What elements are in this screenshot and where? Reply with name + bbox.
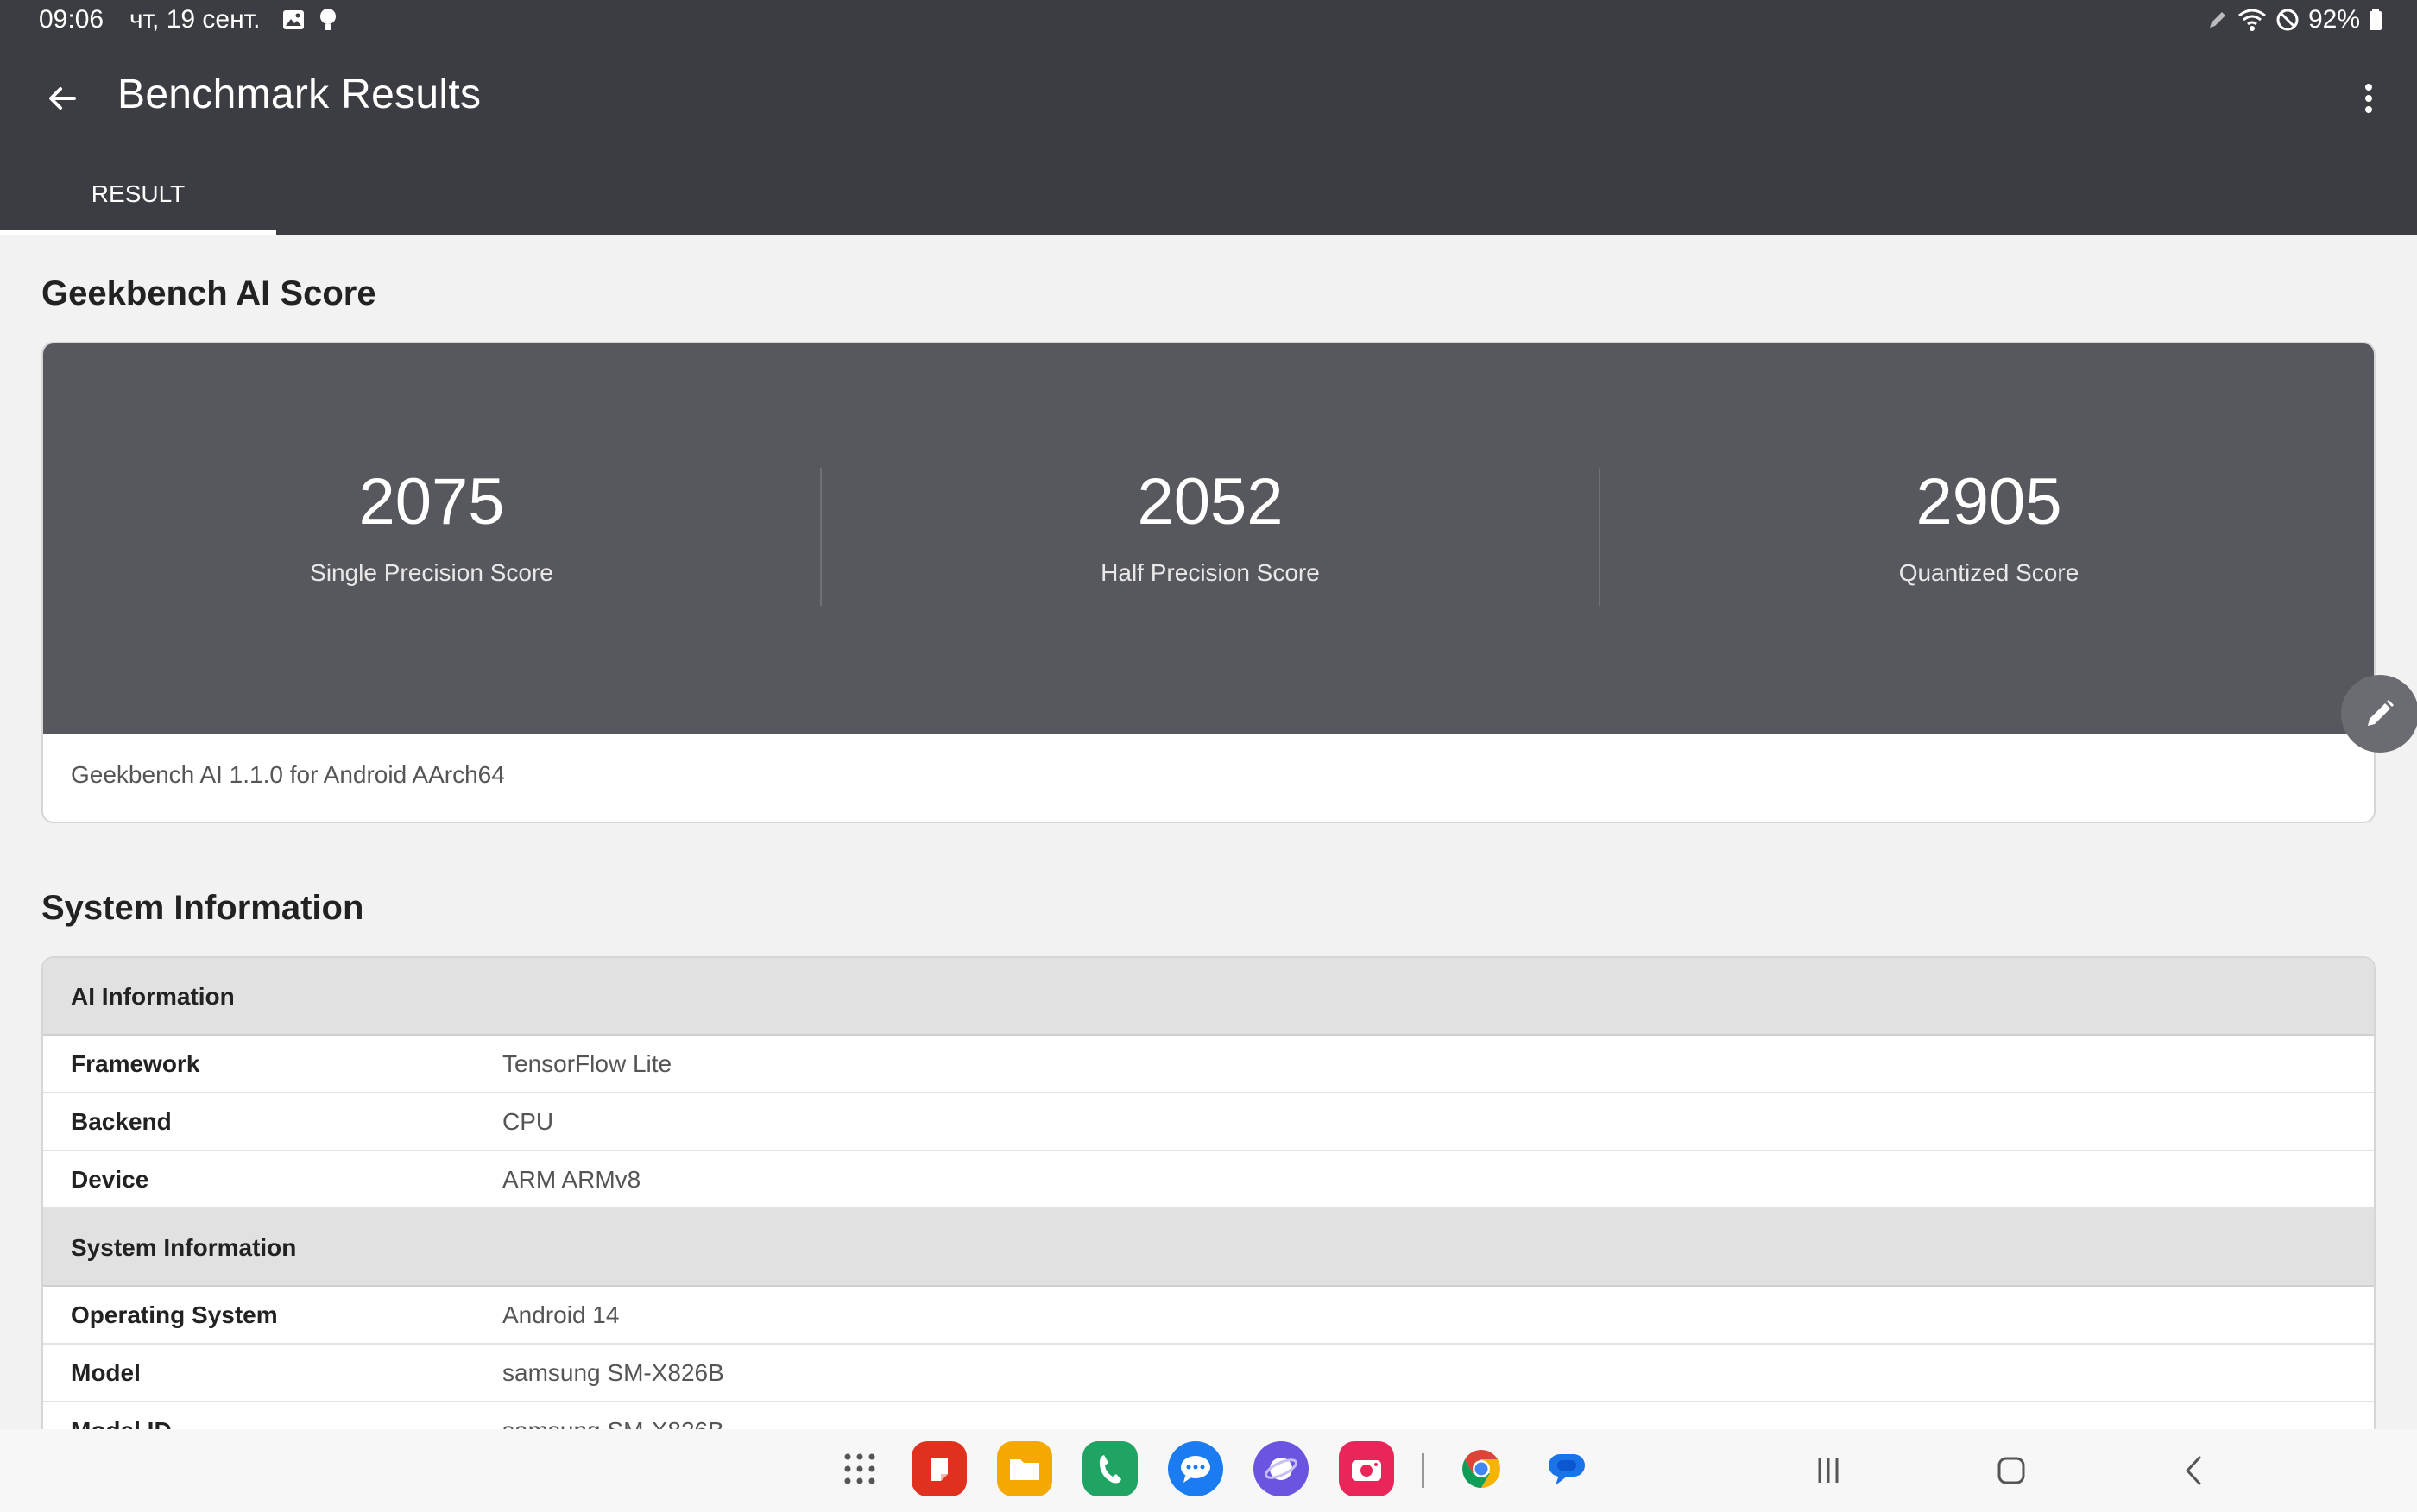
table-row: Backend CPU <box>43 1093 2374 1151</box>
row-key: Model <box>71 1359 141 1386</box>
score-value: 2052 <box>1137 465 1284 539</box>
row-value: samsung SM-X826B <box>502 1359 724 1386</box>
navigation-bar <box>0 1429 2417 1512</box>
more-options-button[interactable] <box>2346 76 2391 121</box>
more-vert-icon <box>2365 84 2372 113</box>
tab-result[interactable]: RESULT <box>0 164 276 235</box>
score-label: Single Precision Score <box>310 559 553 586</box>
score-label: Quantized Score <box>1898 559 2079 586</box>
apps-grid-button[interactable] <box>832 1441 887 1496</box>
row-key: Device <box>71 1166 149 1193</box>
notes-app-button[interactable] <box>912 1441 967 1496</box>
camera-app-button[interactable] <box>1339 1441 1394 1496</box>
row-value: TensorFlow Lite <box>502 1050 672 1077</box>
status-bar: 09:06 чт, 19 сент. 92% <box>0 0 2417 40</box>
tab-indicator <box>0 230 276 235</box>
camera-icon <box>1352 1460 1381 1481</box>
row-value: CPU <box>502 1108 554 1135</box>
system-info-table: AI Information Framework TensorFlow Lite… <box>41 956 2376 1440</box>
messages-icon <box>1181 1456 1210 1483</box>
score-label: Half Precision Score <box>1101 559 1320 586</box>
system-section-title: System Information <box>41 889 364 927</box>
quantized-score: 2905 Quantized Score <box>1600 343 2374 734</box>
edit-fab-button[interactable] <box>2341 675 2417 753</box>
back-nav-button[interactable] <box>2168 1446 2220 1495</box>
apps-grid-icon <box>844 1453 875 1484</box>
group-header-ai-information: AI Information <box>43 958 2374 1036</box>
table-row: Model samsung SM-X826B <box>43 1345 2374 1402</box>
phone-app-button[interactable] <box>1082 1441 1138 1496</box>
group-header-system-information: System Information <box>43 1209 2374 1287</box>
files-icon <box>1010 1459 1039 1480</box>
row-value: Android 14 <box>502 1301 620 1328</box>
home-icon <box>1997 1457 2025 1484</box>
internet-app-button[interactable] <box>1253 1441 1309 1496</box>
phone-icon <box>1099 1455 1121 1484</box>
pen-status-icon <box>2209 12 2225 28</box>
do-not-disturb-icon <box>2276 9 2299 31</box>
row-key: Backend <box>71 1108 172 1135</box>
dock-separator <box>1422 1453 1424 1488</box>
page-title: Benchmark Results <box>117 72 482 117</box>
status-time: 09:06 <box>39 5 104 34</box>
chrome-app-button[interactable] <box>1454 1441 1509 1496</box>
recents-button[interactable] <box>1802 1446 1854 1495</box>
battery-icon <box>2370 9 2382 30</box>
single-precision-score: 2075 Single Precision Score <box>43 343 820 734</box>
battery-percent: 92% <box>2307 5 2360 34</box>
tab-result-label: RESULT <box>91 180 186 207</box>
wifi-icon <box>2238 9 2266 31</box>
chat-icon <box>1549 1454 1585 1485</box>
status-date: чт, 19 сент. <box>129 5 261 34</box>
score-panel: 2075 Single Precision Score 2052 Half Pr… <box>43 343 2374 734</box>
table-row: Device ARM ARMv8 <box>43 1151 2374 1209</box>
lightbulb-notification-icon <box>320 9 336 30</box>
internet-icon <box>1265 1458 1297 1480</box>
arrow-back-icon <box>49 87 76 110</box>
score-section-title: Geekbench AI Score <box>41 274 376 312</box>
score-value: 2905 <box>1915 465 2062 539</box>
half-precision-score: 2052 Half Precision Score <box>822 343 1599 734</box>
chrome-icon <box>1462 1450 1500 1488</box>
home-button[interactable] <box>1985 1446 2037 1495</box>
files-app-button[interactable] <box>997 1441 1052 1496</box>
score-value: 2075 <box>358 465 505 539</box>
row-key: Operating System <box>71 1301 278 1328</box>
table-row: Framework TensorFlow Lite <box>43 1036 2374 1093</box>
recents-icon <box>1818 1458 1839 1483</box>
messages-app-button[interactable] <box>1168 1441 1223 1496</box>
notes-icon <box>931 1458 948 1481</box>
back-button[interactable] <box>40 76 85 121</box>
table-row: Operating System Android 14 <box>43 1287 2374 1345</box>
version-footer: Geekbench AI 1.1.0 for Android AArch64 <box>71 761 505 788</box>
row-key: Framework <box>71 1050 200 1077</box>
row-value: ARM ARMv8 <box>502 1166 641 1193</box>
gallery-notification-icon <box>283 10 304 29</box>
back-nav-icon <box>2186 1456 2201 1485</box>
score-card: 2075 Single Precision Score 2052 Half Pr… <box>41 342 2376 823</box>
app-header: 09:06 чт, 19 сент. 92% Benchmark Results… <box>0 0 2417 235</box>
chat-app-button[interactable] <box>1539 1441 1594 1496</box>
pencil-icon <box>2368 700 2394 726</box>
